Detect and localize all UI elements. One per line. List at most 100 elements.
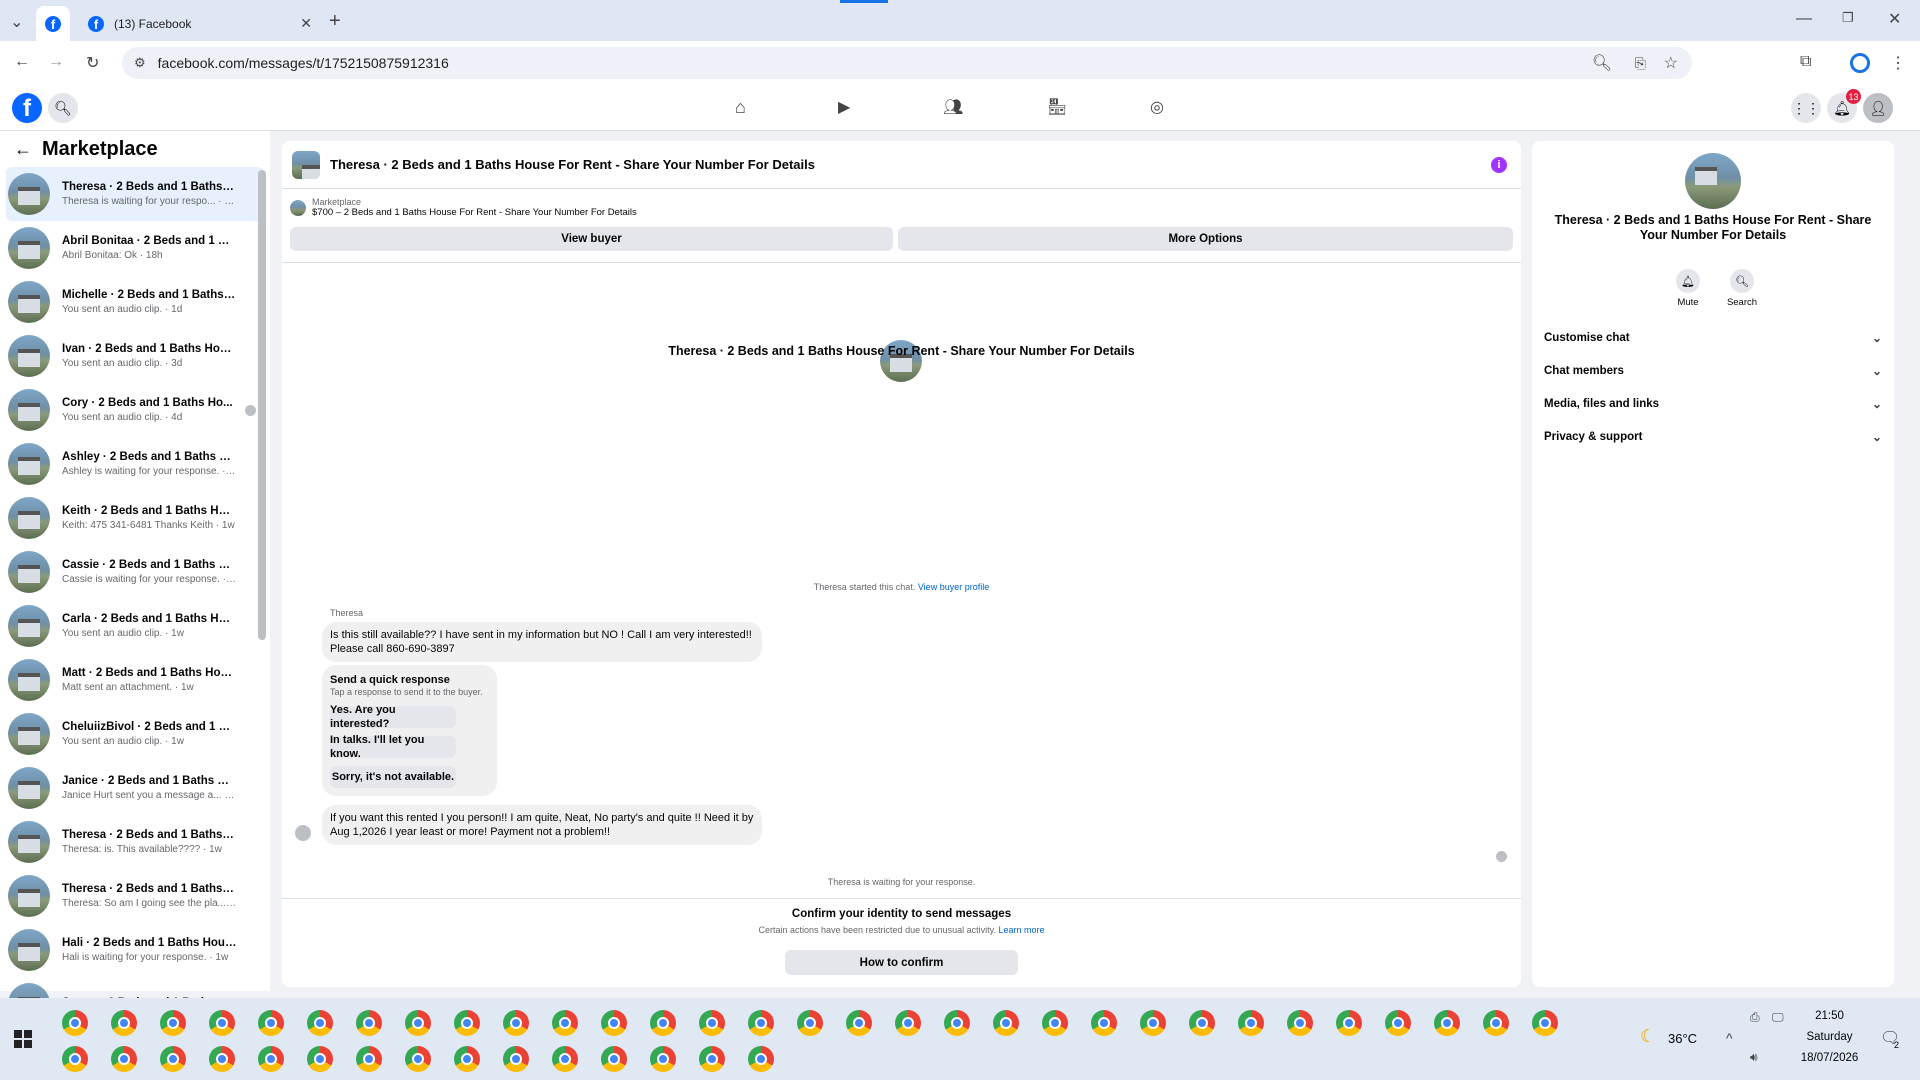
sender-avatar[interactable] [295, 825, 311, 841]
chrome-taskbar-icon[interactable] [1336, 1010, 1362, 1036]
weather-icon[interactable]: ☾ [1640, 1026, 1656, 1047]
customise-chat-section[interactable]: Customise chat ⌄ [1532, 321, 1894, 354]
quick-reply-yes-button[interactable]: Yes. Are you interested? [330, 704, 456, 730]
chat-members-section[interactable]: Chat members ⌄ [1532, 354, 1894, 387]
chrome-taskbar-icon[interactable] [307, 1010, 333, 1036]
tab-search-chevron-icon[interactable]: ⌄ [10, 12, 23, 32]
view-buyer-profile-link[interactable]: View buyer profile [918, 582, 989, 592]
new-tab-icon[interactable]: + [329, 10, 341, 33]
groups-icon[interactable]: ◎ [1150, 97, 1164, 117]
chrome-taskbar-icon[interactable] [1042, 1010, 1068, 1036]
chrome-taskbar-icon[interactable] [1287, 1010, 1313, 1036]
conversation-item[interactable]: Theresa · 2 Beds and 1 Baths Ho... Theres… [0, 815, 270, 869]
conversation-item[interactable]: Janice · 2 Beds and 1 Baths Hou... Janice… [0, 761, 270, 815]
chrome-taskbar-icon[interactable] [699, 1046, 725, 1072]
chrome-taskbar-icon[interactable] [307, 1046, 333, 1072]
media-files-links-section[interactable]: Media, files and links ⌄ [1532, 387, 1894, 420]
account-avatar[interactable]: 👤︎ [1863, 93, 1893, 123]
conversation-item[interactable]: Matt · 2 Beds and 1 Baths Hous... Matt se… [0, 653, 270, 707]
marketplace-icon[interactable]: 🏪︎ [1047, 97, 1067, 117]
conversation-item[interactable]: Theresa · 2 Beds and 1 Baths Ho... Theres… [6, 167, 264, 221]
meet-icon[interactable]: ⎙ [1750, 1010, 1760, 1025]
chrome-taskbar-icon[interactable] [1140, 1010, 1166, 1036]
view-buyer-button[interactable]: View buyer [290, 227, 893, 251]
chrome-taskbar-icon[interactable] [503, 1046, 529, 1072]
install-app-icon[interactable]: ⎘ [1635, 55, 1646, 72]
chrome-taskbar-icon[interactable] [650, 1010, 676, 1036]
chrome-taskbar-icon[interactable] [552, 1010, 578, 1036]
menu-grid-icon[interactable]: ⋮⋮ [1791, 93, 1821, 123]
chrome-taskbar-icon[interactable] [209, 1046, 235, 1072]
conversation-item[interactable]: Michelle · 2 Beds and 1 Baths H... You se… [0, 275, 270, 329]
restore-icon[interactable]: ❐ [1842, 10, 1854, 26]
minimize-icon[interactable]: — [1796, 10, 1812, 28]
chrome-taskbar-icon[interactable] [356, 1046, 382, 1072]
tab-facebook[interactable]: f (13) Facebook ✕ [78, 6, 322, 41]
details-avatar[interactable] [1685, 153, 1741, 209]
listing-thumbnail[interactable] [292, 150, 320, 179]
facebook-logo-icon[interactable]: f [12, 93, 42, 123]
extensions-icon[interactable]: ⧉ [1800, 53, 1811, 71]
chrome-taskbar-icon[interactable] [1238, 1010, 1264, 1036]
zoom-icon[interactable]: 🔍︎ [1592, 53, 1612, 73]
chrome-taskbar-icon[interactable] [160, 1046, 186, 1072]
chrome-taskbar-icon[interactable] [62, 1010, 88, 1036]
start-windows-icon[interactable] [14, 1030, 32, 1048]
chat-title[interactable]: Theresa · 2 Beds and 1 Baths House For R… [330, 157, 815, 172]
close-tab-icon[interactable]: ✕ [300, 15, 312, 32]
tray-chevron-up-icon[interactable]: ^ [1726, 1030, 1733, 1046]
conversation-item[interactable]: Abril Bonitaa · 2 Beds and 1 Bat... Abril… [0, 221, 270, 275]
conversation-item[interactable]: CheluiizBivol · 2 Beds and 1 Bat... You s… [0, 707, 270, 761]
chrome-taskbar-icon[interactable] [748, 1010, 774, 1036]
conversation-item[interactable]: Ivan · 2 Beds and 1 Baths House... You se… [0, 329, 270, 383]
quick-reply-in-talks-button[interactable]: In talks. I'll let you know. [330, 734, 456, 760]
conversation-item[interactable]: Theresa · 2 Beds and 1 Baths Ho... Theres… [0, 869, 270, 923]
chrome-taskbar-icon[interactable] [258, 1046, 284, 1072]
conversation-item[interactable]: Hali · 2 Beds and 1 Baths House... Hali i… [0, 923, 270, 977]
conversation-item[interactable]: Cassie · 2 Beds and 1 Baths Hou... Cassie… [0, 545, 270, 599]
clock-day[interactable]: Saturday [1782, 1031, 1877, 1043]
clock-time[interactable]: 21:50 [1782, 1010, 1877, 1022]
chrome-taskbar-icon[interactable] [356, 1010, 382, 1036]
chrome-taskbar-icon[interactable] [405, 1046, 431, 1072]
chrome-taskbar-icon[interactable] [601, 1046, 627, 1072]
reload-icon[interactable]: ↻ [86, 53, 99, 73]
conversation-item[interactable]: Cory · 2 Beds and 1 Baths Ho... You sent … [0, 383, 270, 437]
site-info-icon[interactable]: ⚙ [134, 55, 146, 71]
chrome-taskbar-icon[interactable] [846, 1010, 872, 1036]
privacy-support-section[interactable]: Privacy & support ⌄ [1532, 420, 1894, 453]
chrome-taskbar-icon[interactable] [1434, 1010, 1460, 1036]
chrome-taskbar-icon[interactable] [650, 1046, 676, 1072]
pinned-tab[interactable]: f [36, 6, 70, 41]
message-bubble[interactable]: Is this still available?? I have sent in… [322, 622, 762, 662]
menu-dots-icon[interactable]: ⋮ [1890, 53, 1906, 73]
chrome-taskbar-icon[interactable] [552, 1046, 578, 1072]
search-icon[interactable]: 🔍︎ [48, 93, 78, 123]
message-bubble[interactable]: If you want this rented I you person!! I… [322, 805, 762, 845]
chrome-taskbar-icon[interactable] [1189, 1010, 1215, 1036]
url-text[interactable]: facebook.com/messages/t/1752150875912316 [158, 55, 449, 71]
chrome-taskbar-icon[interactable] [797, 1010, 823, 1036]
chrome-taskbar-icon[interactable] [160, 1010, 186, 1036]
chrome-taskbar-icon[interactable] [454, 1046, 480, 1072]
chrome-taskbar-icon[interactable] [1483, 1010, 1509, 1036]
video-icon[interactable]: ▶ [838, 97, 850, 117]
chrome-taskbar-icon[interactable] [209, 1010, 235, 1036]
forward-icon[interactable]: → [48, 53, 64, 71]
chrome-taskbar-icon[interactable] [944, 1010, 970, 1036]
mute-button[interactable]: 🔔︎ [1672, 269, 1704, 293]
chrome-taskbar-icon[interactable] [111, 1010, 137, 1036]
more-options-button[interactable]: More Options [898, 227, 1513, 251]
bookmark-star-icon[interactable]: ☆ [1664, 53, 1678, 73]
scrollbar[interactable] [258, 170, 266, 640]
chrome-taskbar-icon[interactable] [993, 1010, 1019, 1036]
info-icon[interactable]: i [1491, 157, 1507, 173]
home-icon[interactable]: ⌂ [735, 97, 746, 118]
conversation-item[interactable]: Ashley · 2 Beds and 1 Baths Ho... Ashley … [0, 437, 270, 491]
chrome-taskbar-icon[interactable] [258, 1010, 284, 1036]
chrome-taskbar-icon[interactable] [405, 1010, 431, 1036]
chrome-taskbar-icon[interactable] [1385, 1010, 1411, 1036]
learn-more-link[interactable]: Learn more [998, 925, 1044, 935]
chrome-taskbar-icon[interactable] [601, 1010, 627, 1036]
chrome-taskbar-icon[interactable] [699, 1010, 725, 1036]
